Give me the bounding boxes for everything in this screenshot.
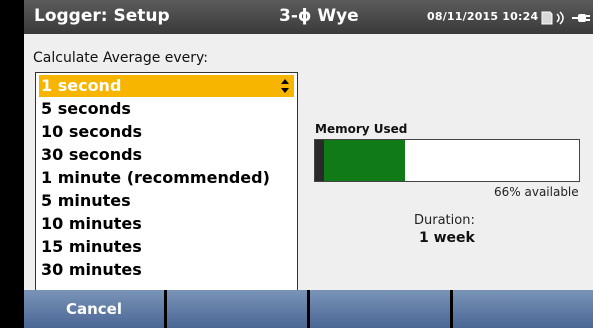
duration-label: Duration: <box>414 213 475 228</box>
calc-average-label: Calculate Average every: <box>33 50 209 66</box>
duration-value: 1 week <box>419 230 475 246</box>
interval-option[interactable]: 5 seconds <box>39 98 294 120</box>
screen: Logger: Setup 3-ϕ Wye 08/11/2015 10:24 C… <box>0 0 593 328</box>
interval-option[interactable]: 30 seconds <box>39 144 294 166</box>
interval-option[interactable]: 30 minutes <box>39 259 294 281</box>
softkey-bar: Cancel <box>24 290 593 328</box>
wiring-mode: 3-ϕ Wye <box>279 6 359 26</box>
cancel-button[interactable]: Cancel <box>24 290 164 328</box>
interval-option[interactable]: 1 minute (recommended) <box>39 167 294 189</box>
page-title: Logger: Setup <box>34 6 170 26</box>
memory-used-marker <box>315 140 324 181</box>
interval-option[interactable]: 10 minutes <box>39 213 294 235</box>
sd-card-icon <box>541 10 553 29</box>
spinner-arrows-icon[interactable] <box>280 77 290 95</box>
battery-plug-icon <box>572 10 592 29</box>
memory-available-text: 66% available <box>494 185 579 199</box>
softkey-f3[interactable] <box>310 290 450 328</box>
datetime: 08/11/2015 10:24 <box>427 10 539 23</box>
content-area: Calculate Average every: 1 second 5 seco… <box>24 34 593 319</box>
memory-used-label: Memory Used <box>315 122 408 136</box>
interval-option[interactable]: 15 minutes <box>39 236 294 258</box>
wireless-icon <box>555 10 567 29</box>
interval-option-selected[interactable]: 1 second <box>39 75 294 97</box>
title-bar: Logger: Setup 3-ϕ Wye 08/11/2015 10:24 <box>24 0 593 34</box>
memory-used-fill <box>315 140 405 181</box>
option-label: 1 second <box>41 76 122 95</box>
softkey-f2[interactable] <box>167 290 307 328</box>
interval-option[interactable]: 5 minutes <box>39 190 294 212</box>
interval-option[interactable]: 10 seconds <box>39 121 294 143</box>
softkey-f4[interactable] <box>453 290 593 328</box>
average-interval-list[interactable]: 1 second 5 seconds 10 seconds 30 seconds… <box>35 72 298 319</box>
memory-used-bar <box>314 139 580 182</box>
